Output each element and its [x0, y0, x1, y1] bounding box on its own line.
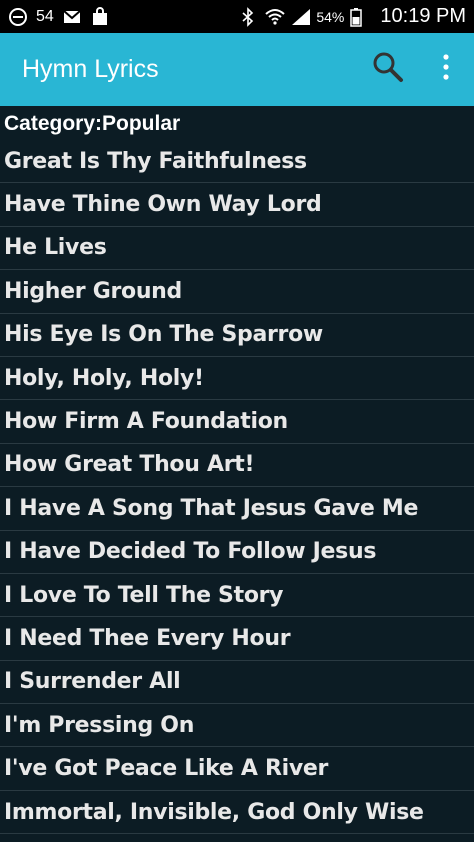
- hymn-list-item[interactable]: Higher Ground: [0, 270, 474, 314]
- overflow-menu-icon: [443, 54, 449, 85]
- battery-percent: 54%: [316, 8, 345, 25]
- hymn-list: Great Is Thy Faithfulness Have Thine Own…: [0, 140, 474, 835]
- hymn-list-item[interactable]: I Have A Song That Jesus Gave Me: [0, 487, 474, 531]
- store-icon: [90, 6, 110, 27]
- battery-icon: [350, 7, 370, 27]
- hymn-list-item[interactable]: How Firm A Foundation: [0, 400, 474, 444]
- hymn-list-item[interactable]: Great Is Thy Faithfulness: [0, 140, 474, 184]
- app-bar: Hymn Lyrics: [0, 33, 474, 106]
- search-icon: [371, 50, 405, 89]
- hymn-list-item[interactable]: He Lives: [0, 227, 474, 271]
- gmail-icon: [62, 7, 82, 27]
- hymn-list-item[interactable]: How Great Thou Art!: [0, 444, 474, 488]
- app-title: Hymn Lyrics: [22, 55, 159, 83]
- status-bar-right: 54% 10:19 PM: [238, 5, 466, 28]
- hymn-list-container: Category:Popular Great Is Thy Faithfulne…: [0, 106, 474, 842]
- do-not-disturb-icon: [8, 7, 28, 27]
- overflow-menu-button[interactable]: [438, 50, 454, 90]
- clock: 10:19 PM: [380, 5, 466, 27]
- status-bar-left: 54: [8, 6, 110, 27]
- app-bar-actions: [368, 50, 454, 90]
- search-button[interactable]: [368, 50, 408, 90]
- bluetooth-icon: [238, 6, 258, 27]
- hymn-list-item[interactable]: I'm Pressing On: [0, 704, 474, 748]
- hymn-list-item[interactable]: I Love To Tell The Story: [0, 574, 474, 618]
- wifi-icon: [264, 7, 286, 27]
- hymn-list-item[interactable]: I Surrender All: [0, 661, 474, 705]
- signal-icon: [290, 7, 311, 27]
- hymn-list-item[interactable]: Holy, Holy, Holy!: [0, 357, 474, 401]
- hymn-list-item[interactable]: Have Thine Own Way Lord: [0, 183, 474, 227]
- hymn-list-item[interactable]: His Eye Is On The Sparrow: [0, 314, 474, 357]
- status-bar: 54 54% 10:19 PM: [0, 0, 474, 33]
- notification-count: 54: [36, 7, 54, 25]
- hymn-list-item[interactable]: Immortal, Invisible, God Only Wise: [0, 791, 474, 835]
- category-label: Category:Popular: [4, 112, 181, 135]
- hymn-list-item[interactable]: I've Got Peace Like A River: [0, 747, 474, 791]
- hymn-list-item[interactable]: I Have Decided To Follow Jesus: [0, 531, 474, 574]
- hymn-list-item[interactable]: I Need Thee Every Hour: [0, 617, 474, 661]
